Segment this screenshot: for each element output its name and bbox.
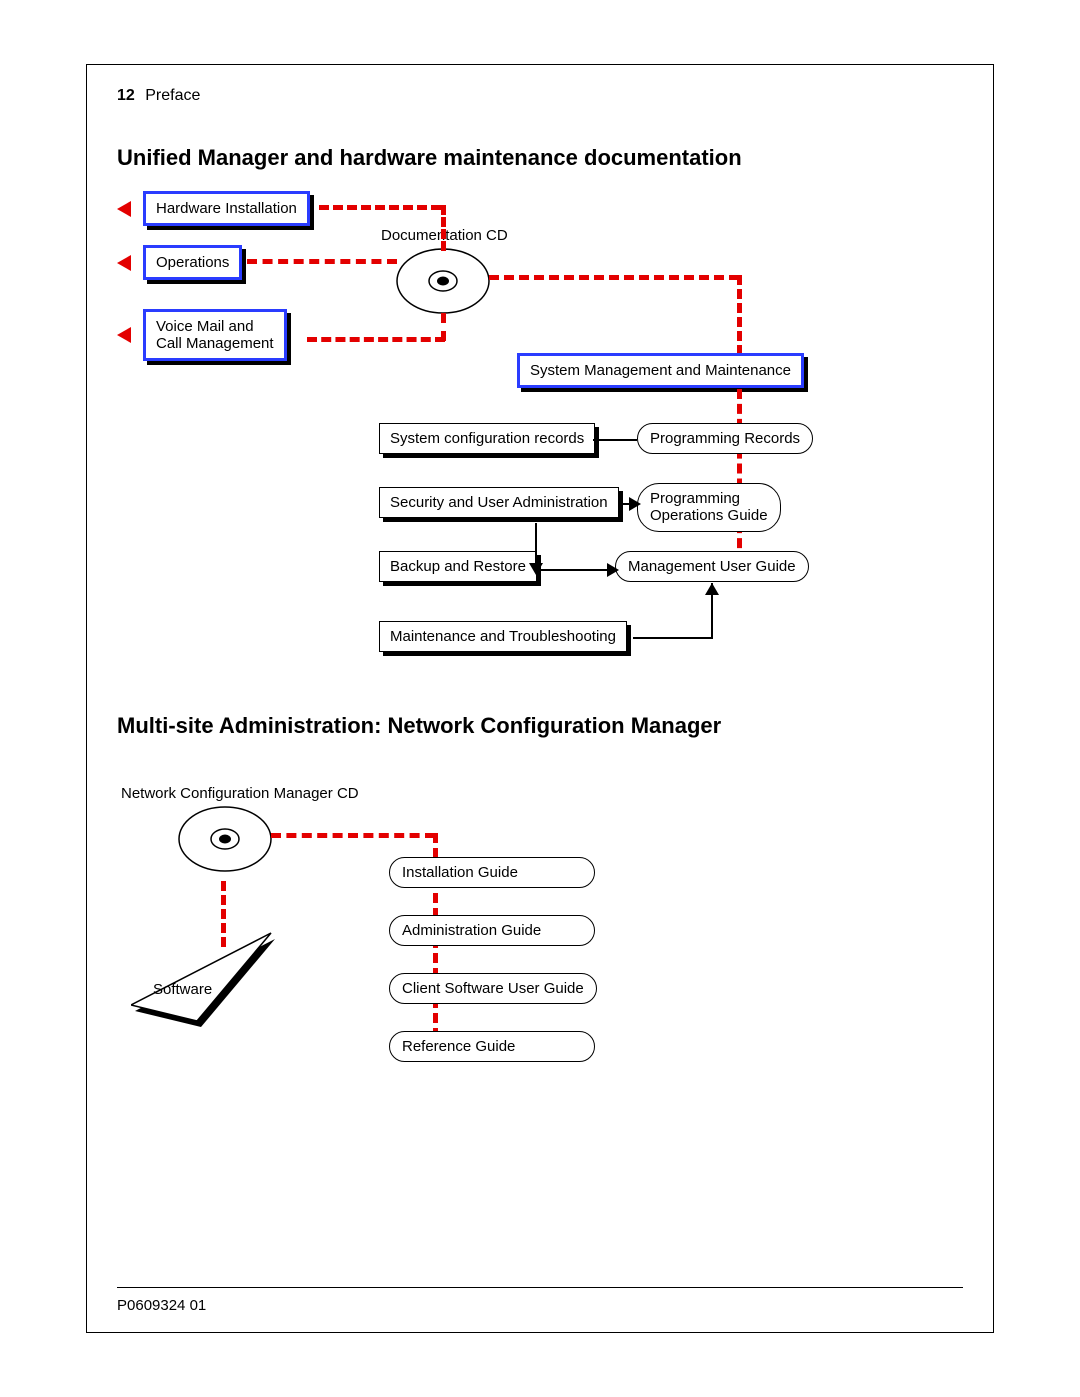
connector	[319, 205, 441, 210]
page-header: 12 Preface	[117, 87, 200, 105]
pill-admin-guide: Administration Guide	[389, 915, 595, 946]
diagram-1: Hardware Installation Operations Voice M…	[117, 191, 963, 721]
connector	[535, 569, 613, 571]
page-number: 12	[117, 87, 135, 104]
arrow-left-icon	[117, 327, 131, 343]
box-voicemail: Voice Mail and Call Management	[143, 309, 287, 361]
arrow-right-icon	[629, 497, 641, 511]
box-operations: Operations	[143, 245, 242, 280]
arrow-right-icon	[607, 563, 619, 577]
pill-prog-ops-guide: Programming Operations Guide	[637, 483, 781, 532]
connector	[247, 259, 397, 264]
arrow-up-icon	[705, 583, 719, 595]
label-software: Software	[153, 981, 212, 998]
box-sys-config-records: System configuration records	[379, 423, 595, 454]
pill-mgmt-user-guide: Management User Guide	[615, 551, 809, 582]
section-title-2: Multi-site Administration: Network Confi…	[117, 713, 721, 739]
box-hardware-installation: Hardware Installation	[143, 191, 310, 226]
box-sys-mgmt: System Management and Maintenance	[517, 353, 804, 388]
software-triangle-icon	[131, 925, 281, 1035]
footer-rule	[117, 1287, 963, 1288]
connector	[737, 389, 742, 563]
pill-ref-guide: Reference Guide	[389, 1031, 595, 1062]
cd-icon	[177, 801, 273, 891]
connector	[489, 275, 739, 280]
pill-programming-records: Programming Records	[637, 423, 813, 454]
label-ncm-cd: Network Configuration Manager CD	[121, 785, 359, 802]
connector	[593, 439, 637, 441]
connector	[535, 523, 537, 565]
pill-client-guide: Client Software User Guide	[389, 973, 597, 1004]
connector	[441, 205, 446, 251]
connector	[307, 337, 445, 342]
footer-code: P0609324 01	[117, 1297, 206, 1314]
pill-install-guide: Installation Guide	[389, 857, 595, 888]
connector	[441, 313, 446, 341]
connector	[271, 833, 435, 838]
section-title-1: Unified Manager and hardware maintenance…	[117, 145, 742, 171]
diagram-2: Network Configuration Manager CD Softwar…	[117, 785, 963, 1105]
arrow-left-icon	[117, 255, 131, 271]
connector	[633, 637, 711, 639]
connector	[737, 275, 742, 355]
box-backup-restore: Backup and Restore	[379, 551, 537, 582]
box-maintenance: Maintenance and Troubleshooting	[379, 621, 627, 652]
box-security-admin: Security and User Administration	[379, 487, 619, 518]
header-section: Preface	[145, 87, 200, 104]
arrow-left-icon	[117, 201, 131, 217]
